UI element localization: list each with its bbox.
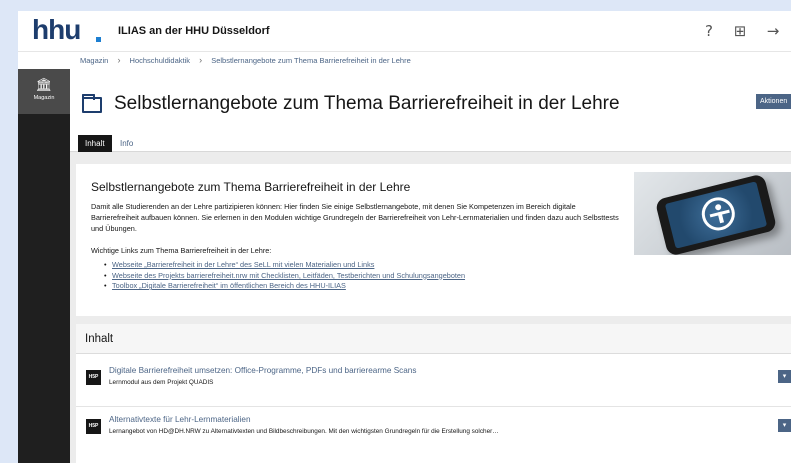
breadcrumb-item-magazin[interactable]: Magazin [80,56,108,65]
repository-icon: 🏛 [35,78,53,93]
h5p-icon: H5P [86,370,101,385]
content-list-panel: Inhalt H5P Digitale Barrierefreiheit ums… [76,324,791,463]
link-list: Webseite „Barrierefreiheit in der Lehre“… [104,260,465,292]
h5p-icon: H5P [86,419,101,434]
breadcrumb-item-current[interactable]: Selbstlernangebote zum Thema Barrierefre… [211,56,411,65]
notification-icon[interactable]: ⊞ [730,21,750,41]
content-list-title: Inhalt [85,333,114,345]
item-actions-dropdown[interactable]: ▾ [778,419,791,432]
accessibility-icon [698,193,739,234]
tab-bar: Inhalt Info [70,135,791,152]
list-item-title[interactable]: Alternativtexte für Lehr-Lernmaterialien [109,415,251,424]
logout-icon[interactable]: → [763,21,783,41]
logo-dot [96,37,101,42]
smartphone-graphic [654,173,778,255]
help-icon[interactable]: ? [699,21,719,41]
content-list-header: Inhalt [76,324,791,354]
folder-icon [82,94,102,113]
content-area: Selbstlernangebote zum Thema Barrierefre… [70,69,791,463]
links-heading: Wichtige Links zum Thema Barrierefreihei… [91,246,272,255]
link-sell[interactable]: Webseite „Barrierefreiheit in der Lehre“… [104,260,465,271]
main-bar: 🏛 Magazin [18,69,70,463]
list-item: H5P Digitale Barrierefreiheit umsetzen: … [76,358,791,402]
page-title: Selbstlernangebote zum Thema Barrierefre… [114,93,620,114]
breadcrumb: Magazin › Hochschuldidaktik › Selbstlern… [18,51,791,69]
chevron-right-icon: › [117,55,121,65]
tab-inhalt[interactable]: Inhalt [78,135,112,152]
intro-title: Selbstlernangebote zum Thema Barrierefre… [91,180,411,194]
actions-button[interactable]: Aktionen [756,94,791,109]
intro-text: Damit alle Studierenden an der Lehre par… [91,202,619,233]
list-item: H5P Alternativtexte für Lehr-Lernmateria… [76,406,791,450]
chevron-right-icon: › [199,55,203,65]
hhu-logo[interactable]: hhu [32,14,81,46]
link-barrierefreiheit-nrw[interactable]: Webseite des Projekts barrierefreiheit.n… [104,271,465,282]
header: hhu ILIAS an der HHU Düsseldorf ? ⊞ → [18,11,791,51]
app-frame: hhu ILIAS an der HHU Düsseldorf ? ⊞ → Ma… [18,11,791,463]
site-title: ILIAS an der HHU Düsseldorf [118,25,270,37]
tab-info[interactable]: Info [113,135,140,152]
list-item-title[interactable]: Digitale Barrierefreiheit umsetzen: Offi… [109,366,416,375]
item-actions-dropdown[interactable]: ▾ [778,370,791,383]
mainbar-item-label: Magazin [33,95,55,101]
list-item-description: Lernmodul aus dem Projekt QUADIS [109,379,214,386]
smartphone-accessibility-image [634,172,791,255]
list-item-description: Lernangebot von HD@DH.NRW zu Alternativt… [109,428,499,435]
link-toolbox[interactable]: Toolbox „Digitale Barrierefreiheit“ im ö… [104,281,465,292]
breadcrumb-item-hochschuldidaktik[interactable]: Hochschuldidaktik [130,56,190,65]
title-row: Selbstlernangebote zum Thema Barrierefre… [70,69,791,135]
mainbar-item-magazin[interactable]: 🏛 Magazin [18,69,70,114]
intro-panel: Selbstlernangebote zum Thema Barrierefre… [76,164,791,316]
